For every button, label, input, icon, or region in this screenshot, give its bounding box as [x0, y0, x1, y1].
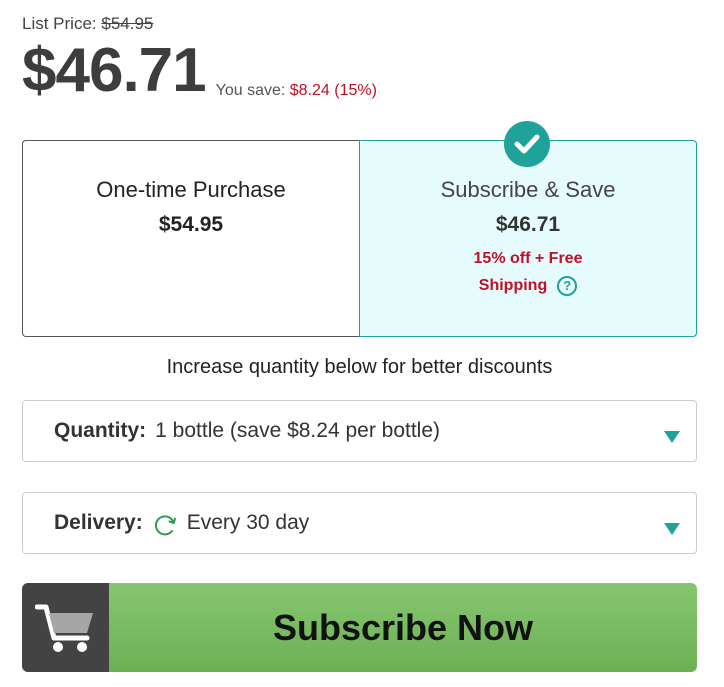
quantity-discount-hint: Increase quantity below for better disco…	[166, 356, 553, 378]
price-row: $46.71 You save: $8.24 (15%)	[22, 40, 377, 102]
you-save-amount: $8.24 (15%)	[289, 82, 377, 99]
promo-line-1: 15% off + Free	[473, 250, 583, 267]
help-icon[interactable]: ?	[557, 275, 578, 296]
chevron-down-icon	[664, 431, 680, 443]
subscribe-now-label-area[interactable]: Subscribe Now	[109, 583, 697, 672]
cart-icon	[34, 604, 93, 652]
list-price-value: $54.95	[101, 14, 154, 33]
delivery-label: Delivery:	[54, 511, 143, 534]
subscribe-promo: 15% off + Free Shipping ?	[473, 245, 583, 299]
chevron-down-icon	[664, 523, 680, 535]
quantity-label: Quantity:	[54, 419, 147, 442]
purchase-options: One-time Purchase $54.95 Subscribe & Sav…	[22, 121, 697, 337]
cart-icon-box	[22, 583, 109, 672]
quantity-select[interactable]: Quantity: 1 bottle (save $8.24 per bottl…	[22, 400, 697, 462]
one-time-title: One-time Purchase	[96, 177, 286, 202]
subscribe-title: Subscribe & Save	[440, 177, 616, 202]
delivery-value: Every 30 day	[186, 511, 310, 534]
one-time-price: $54.95	[158, 213, 224, 236]
subscribe-now-button[interactable]: Subscribe Now	[22, 583, 697, 672]
promo-line-2-row: Shipping ?	[478, 272, 578, 299]
subscribe-now-label: Subscribe Now	[272, 606, 534, 648]
current-price: $46.71	[22, 36, 207, 105]
subscribe-save-option[interactable]: Subscribe & Save $46.71 15% off + Free S…	[359, 121, 697, 337]
one-time-purchase-option[interactable]: One-time Purchase $54.95	[22, 140, 359, 337]
list-price-label: List Price:	[22, 14, 97, 33]
subscribe-price: $46.71	[495, 213, 561, 236]
delivery-select[interactable]: Delivery: Every 30 day	[22, 492, 697, 554]
you-save: You save: $8.24 (15%)	[216, 82, 377, 100]
quantity-value: 1 bottle (save $8.24 per bottle)	[155, 419, 441, 442]
you-save-label: You save:	[215, 82, 286, 99]
promo-line-2: Shipping	[478, 277, 548, 294]
refresh-icon	[152, 512, 178, 538]
list-price: List Price: $54.95	[22, 14, 153, 34]
check-icon	[504, 121, 550, 167]
